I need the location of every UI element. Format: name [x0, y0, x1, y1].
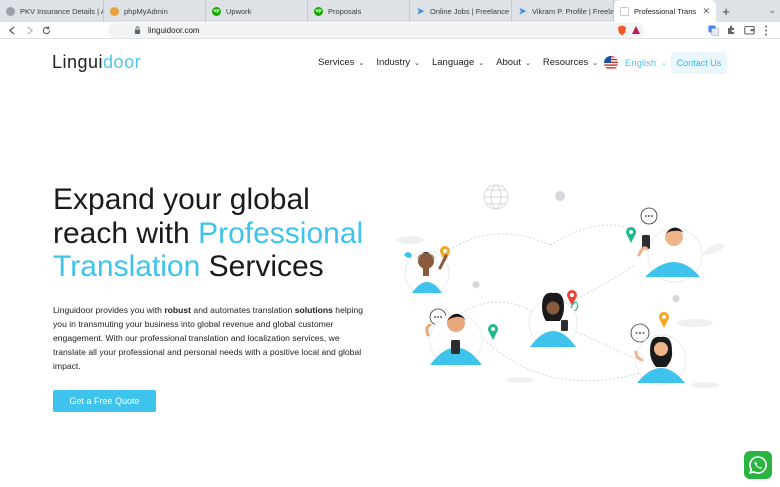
nav-label: Services — [318, 57, 355, 68]
browser-tab-active[interactable]: Professional Translatio ✕ — [614, 0, 716, 22]
browser-tab[interactable]: ➤ Vikram P. Profile | Freelan — [512, 0, 614, 22]
tab-title: PKV Insurance Details | Ad — [20, 6, 104, 16]
tab-title: Vikram P. Profile | Freelan — [532, 6, 614, 16]
back-arrow-icon[interactable] — [4, 22, 21, 39]
upwork-icon: up — [314, 6, 323, 16]
nav-label: Language — [431, 57, 475, 68]
hero-title: Expand your global reach with Profession… — [53, 183, 393, 284]
browser-tab[interactable]: up Proposals — [308, 0, 410, 22]
location-pin-icon — [567, 290, 577, 306]
browser-tab[interactable]: phpMyAdmin — [104, 0, 206, 22]
tab-title: Upwork — [226, 6, 252, 16]
globe-icon — [483, 184, 509, 210]
nav-label: Resources — [542, 57, 589, 68]
nav-label: About — [496, 57, 521, 68]
location-pin-icon — [672, 295, 680, 310]
hero-title-accent: Professional — [198, 216, 364, 250]
new-tab-button[interactable]: + — [716, 0, 736, 22]
hero-illustration — [396, 184, 725, 388]
browser-tab[interactable]: PKV Insurance Details | Ad — [0, 0, 104, 22]
page-icon — [6, 6, 15, 16]
url-bar[interactable]: linguidoor.com — [108, 23, 644, 38]
url-text: linguidoor.com — [148, 26, 200, 35]
tab-title: Proposals — [328, 6, 362, 16]
nav-resources[interactable]: Resources ⌄ — [543, 57, 598, 68]
chevron-down-icon: ⌄ — [358, 59, 365, 67]
person-avatar — [637, 227, 703, 283]
contact-us-button[interactable]: Contact Us — [671, 52, 727, 74]
freelancer-icon: ➤ — [518, 5, 527, 16]
tab-title: Online Jobs | Freelance Em — [430, 6, 511, 16]
chevron-down-icon: ⌄ — [524, 59, 531, 67]
tab-search-chevron-icon[interactable]: ⌄ — [768, 5, 776, 16]
location-pin-icon — [472, 281, 480, 296]
browser-tab[interactable]: ➤ Online Jobs | Freelance Em — [410, 0, 512, 22]
lock-icon — [134, 26, 141, 34]
main-nav: Services ⌄ Industry ⌄ Language ⌄ About ⌄ Res… — [318, 57, 610, 68]
phpmyadmin-icon — [110, 6, 119, 16]
extensions-icon[interactable] — [725, 24, 737, 36]
chevron-down-icon: ⌄ — [414, 59, 420, 67]
nav-services[interactable]: Services ⌄ — [318, 57, 364, 68]
chat-bubble-icon — [640, 207, 658, 225]
freelancer-icon: ➤ — [416, 5, 425, 16]
us-flag-icon — [604, 56, 618, 70]
chevron-down-icon: ⌄ — [478, 59, 485, 67]
chevron-down-icon: ⌄ — [661, 60, 668, 67]
nav-industry[interactable]: Industry ⌄ — [376, 57, 420, 68]
person-avatar — [404, 250, 450, 296]
language-label: English — [625, 57, 657, 69]
brave-shield-icon[interactable] — [616, 24, 628, 36]
browser-toolbar: linguidoor.com — [0, 22, 780, 39]
location-pin-icon — [488, 324, 498, 340]
translate-icon[interactable] — [707, 24, 719, 36]
reload-icon[interactable] — [38, 22, 55, 39]
person-avatar — [634, 334, 687, 386]
location-pin-icon — [626, 227, 636, 243]
location-pin-icon — [555, 191, 566, 214]
hero-text: and automates translation — [191, 305, 295, 315]
hero-text-bold: robust — [164, 305, 192, 315]
browser-tab[interactable]: up Upwork — [206, 0, 308, 22]
hero-text: Linguidoor provides you with — [53, 305, 165, 315]
hero-description: Linguidoor provides you with robust and … — [53, 303, 373, 373]
location-pin-icon — [659, 312, 669, 328]
upwork-icon: up — [212, 6, 221, 16]
logo-text: Lingui — [52, 52, 104, 72]
page-icon — [620, 6, 629, 16]
chevron-down-icon: ⌄ — [592, 59, 599, 67]
tab-title: phpMyAdmin — [124, 6, 168, 16]
get-quote-button[interactable]: Get a Free Quote — [53, 390, 156, 412]
whatsapp-icon[interactable] — [744, 451, 772, 479]
nav-about[interactable]: About ⌄ — [496, 57, 531, 68]
logo[interactable]: Linguidoor — [52, 52, 141, 73]
hero-title-line: Services — [200, 250, 324, 283]
hero-title-line: Expand your global — [53, 183, 310, 216]
nav-language[interactable]: Language ⌄ — [432, 57, 484, 68]
nav-label: Industry — [376, 57, 411, 68]
logo-text-accent: door — [103, 52, 142, 72]
brave-rewards-icon[interactable] — [630, 24, 642, 36]
menu-icon[interactable] — [760, 24, 772, 36]
site-header: Linguidoor Services ⌄ Industry ⌄ Language ⌄… — [0, 40, 780, 90]
language-selector[interactable]: English ⌄ — [604, 56, 667, 70]
wallet-icon[interactable] — [743, 24, 755, 36]
hero-title-accent: Translation — [53, 250, 201, 283]
hero-title-line: reach with — [53, 216, 199, 250]
tab-title: Professional Translatio — [634, 6, 697, 16]
browser-tab-bar: PKV Insurance Details | Ad phpMyAdmin up… — [0, 0, 780, 22]
hero-text-bold: solutions — [294, 305, 333, 315]
close-tab-icon[interactable]: ✕ — [702, 6, 710, 17]
forward-arrow-icon[interactable] — [21, 22, 38, 39]
